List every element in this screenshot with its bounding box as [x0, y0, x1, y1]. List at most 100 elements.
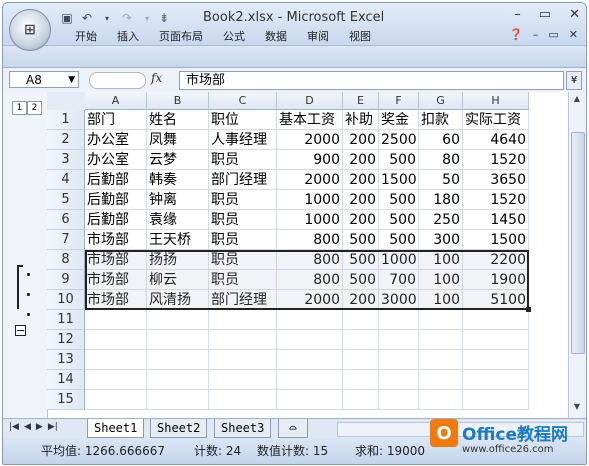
- cell[interactable]: [147, 310, 209, 330]
- fill-handle[interactable]: [526, 307, 531, 312]
- minimize-icon[interactable]: –: [514, 7, 521, 22]
- cell[interactable]: 800: [277, 270, 343, 290]
- cell[interactable]: [419, 310, 463, 330]
- cell[interactable]: [147, 330, 209, 350]
- cell[interactable]: 柳云: [147, 270, 209, 290]
- save-icon[interactable]: ▣: [59, 10, 75, 26]
- tab-home[interactable]: 开始: [65, 29, 107, 45]
- cell[interactable]: 200: [343, 170, 379, 190]
- cell[interactable]: 3650: [463, 170, 529, 190]
- cell[interactable]: 姓名: [147, 110, 209, 130]
- cell[interactable]: 后勤部: [85, 210, 147, 230]
- cell[interactable]: 180: [419, 190, 463, 210]
- cell[interactable]: [343, 350, 379, 370]
- column-header-c[interactable]: C: [209, 92, 277, 110]
- row-header[interactable]: 4: [47, 170, 85, 190]
- cell[interactable]: [147, 370, 209, 390]
- cell[interactable]: 2000: [277, 290, 343, 310]
- cell[interactable]: 500: [379, 210, 419, 230]
- column-header-g[interactable]: G: [419, 92, 463, 110]
- row-header[interactable]: 12: [47, 330, 85, 350]
- last-sheet-icon[interactable]: ▶|: [48, 422, 58, 432]
- cell[interactable]: 实际工资: [463, 110, 529, 130]
- cell[interactable]: [419, 350, 463, 370]
- row-header[interactable]: 10: [47, 290, 85, 310]
- cell[interactable]: 1520: [463, 150, 529, 170]
- cell[interactable]: [209, 330, 277, 350]
- row-header[interactable]: 11: [47, 310, 85, 330]
- row-header[interactable]: 2: [47, 130, 85, 150]
- expand-formula-bar-icon[interactable]: ¥: [566, 71, 582, 90]
- cell[interactable]: 200: [343, 190, 379, 210]
- cell[interactable]: 300: [419, 230, 463, 250]
- cell[interactable]: 2200: [463, 250, 529, 270]
- cell[interactable]: 市场部: [85, 270, 147, 290]
- cell[interactable]: 扬扬: [147, 250, 209, 270]
- cell[interactable]: 1000: [379, 250, 419, 270]
- cell[interactable]: 云梦: [147, 150, 209, 170]
- cell[interactable]: [419, 370, 463, 390]
- cell[interactable]: 市场部: [85, 290, 147, 310]
- cell[interactable]: 900: [277, 150, 343, 170]
- cell[interactable]: [379, 330, 419, 350]
- cell[interactable]: 钟离: [147, 190, 209, 210]
- cell[interactable]: [463, 350, 529, 370]
- cell[interactable]: 1500: [379, 170, 419, 190]
- row-header[interactable]: 1: [47, 110, 85, 130]
- tab-view[interactable]: 视图: [339, 29, 381, 45]
- cell[interactable]: [343, 370, 379, 390]
- cell[interactable]: 部门经理: [209, 290, 277, 310]
- cell[interactable]: 王天桥: [147, 230, 209, 250]
- cell[interactable]: 人事经理: [209, 130, 277, 150]
- tab-data[interactable]: 数据: [255, 29, 297, 45]
- cell[interactable]: [85, 330, 147, 350]
- cell[interactable]: 风清扬: [147, 290, 209, 310]
- cell[interactable]: [209, 370, 277, 390]
- row-header[interactable]: 5: [47, 190, 85, 210]
- cell[interactable]: 500: [343, 230, 379, 250]
- cell[interactable]: 200: [343, 210, 379, 230]
- cell[interactable]: [343, 310, 379, 330]
- cell[interactable]: [463, 390, 529, 410]
- column-header-h[interactable]: H: [463, 92, 529, 110]
- cell[interactable]: 职员: [209, 250, 277, 270]
- cell[interactable]: 80: [419, 150, 463, 170]
- column-header-a[interactable]: A: [85, 92, 147, 110]
- cell[interactable]: 韩奏: [147, 170, 209, 190]
- cell[interactable]: 部门: [85, 110, 147, 130]
- cell[interactable]: 2000: [277, 170, 343, 190]
- row-header[interactable]: 3: [47, 150, 85, 170]
- cell[interactable]: 100: [419, 290, 463, 310]
- scroll-up-icon[interactable]: ▲: [571, 94, 583, 108]
- cell[interactable]: [85, 390, 147, 410]
- cell[interactable]: 4640: [463, 130, 529, 150]
- cell[interactable]: 奖金: [379, 110, 419, 130]
- row-header[interactable]: 15: [47, 390, 85, 410]
- cell[interactable]: 后勤部: [85, 170, 147, 190]
- workbook-minimize-icon[interactable]: –: [533, 28, 539, 41]
- cell[interactable]: 200: [343, 290, 379, 310]
- restore-icon[interactable]: ▭: [539, 7, 551, 22]
- cell[interactable]: 职员: [209, 230, 277, 250]
- cell[interactable]: [147, 350, 209, 370]
- cell[interactable]: 1500: [463, 230, 529, 250]
- cell[interactable]: 办公室: [85, 130, 147, 150]
- cell[interactable]: 1000: [277, 190, 343, 210]
- vertical-scroll-thumb[interactable]: [571, 132, 585, 354]
- cell[interactable]: [209, 310, 277, 330]
- cell[interactable]: 100: [419, 270, 463, 290]
- row-header[interactable]: 9: [47, 270, 85, 290]
- cell[interactable]: [147, 390, 209, 410]
- column-header-b[interactable]: B: [147, 92, 209, 110]
- cell[interactable]: 500: [379, 150, 419, 170]
- cell[interactable]: 2500: [379, 130, 419, 150]
- cell[interactable]: 200: [343, 150, 379, 170]
- cell[interactable]: 1000: [277, 210, 343, 230]
- qat-customize-icon[interactable]: ⇟: [159, 11, 169, 25]
- cell[interactable]: 职员: [209, 270, 277, 290]
- column-header-f[interactable]: F: [379, 92, 419, 110]
- cell[interactable]: 市场部: [85, 250, 147, 270]
- cell[interactable]: 部门经理: [209, 170, 277, 190]
- tab-insert[interactable]: 插入: [107, 29, 149, 45]
- cell[interactable]: [463, 370, 529, 390]
